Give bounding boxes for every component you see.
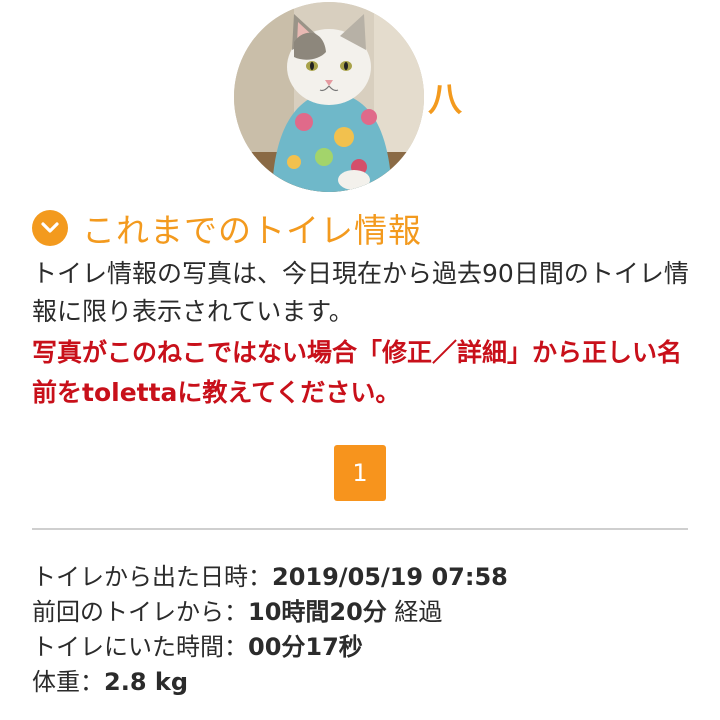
since-last-label: 前回のトイレから：: [32, 598, 248, 626]
page-1-button[interactable]: 1: [334, 445, 386, 501]
weight-value: 2.8 kg: [104, 668, 189, 696]
since-last-value: 10時間20分: [248, 598, 387, 626]
section-title: これまでのトイレ情報: [82, 211, 422, 250]
cat-photo-icon: [234, 2, 424, 192]
toilet-history-page: 八 これまでのトイレ情報 トイレ情報の写真は、今日現在から過去90日間のトイレ情…: [0, 0, 720, 720]
cat-avatar: [234, 2, 424, 192]
weight-row: 体重：2.8 kg: [32, 665, 692, 700]
warning-message: 写真がこのねこではない場合「修正／詳細」から正しい名前をtolettaに教えてく…: [32, 338, 683, 407]
duration-value: 00分17秒: [248, 633, 363, 661]
history-description: トイレ情報の写真は、今日現在から過去90日間のトイレ情報に限り表示されています。: [32, 259, 689, 326]
duration-row: トイレにいた時間：00分17秒: [32, 630, 692, 665]
exit-time-label: トイレから出た日時：: [32, 563, 272, 591]
chevron-down-icon[interactable]: [32, 210, 68, 246]
toilet-record: トイレから出た日時：2019/05/19 07:58 前回のトイレから：10時間…: [32, 560, 692, 700]
exit-time-row: トイレから出た日時：2019/05/19 07:58: [32, 560, 692, 595]
divider: [32, 528, 688, 530]
duration-label: トイレにいた時間：: [32, 633, 248, 661]
since-last-suffix: 経過: [386, 598, 443, 626]
since-last-row: 前回のトイレから：10時間20分 経過: [32, 595, 692, 630]
exit-time-value: 2019/05/19 07:58: [272, 563, 508, 591]
weight-label: 体重：: [32, 668, 104, 696]
cat-name: 八: [428, 80, 462, 120]
history-section-toggle[interactable]: これまでのトイレ情報: [32, 206, 422, 250]
